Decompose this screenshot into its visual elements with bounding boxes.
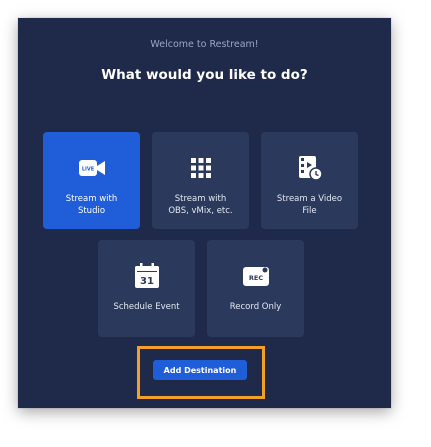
option-stream-with-obs[interactable]: Stream with OBS, vMix, etc.: [152, 132, 249, 229]
calendar-icon: 31: [133, 262, 161, 290]
highlight-box: [137, 346, 265, 399]
modal-title: What would you like to do?: [101, 67, 308, 83]
welcome-text: Welcome to Restream!: [150, 39, 259, 50]
option-label: Schedule Event: [113, 302, 180, 312]
option-label: Stream with Studio: [65, 194, 118, 216]
svg-text:31: 31: [140, 276, 154, 287]
grid-icon: [187, 154, 215, 182]
svg-text:LIVE: LIVE: [81, 167, 94, 173]
option-label: Stream a Video File: [276, 194, 343, 216]
option-label: Stream with OBS, vMix, etc.: [168, 194, 233, 216]
option-stream-with-studio[interactable]: LIVE Stream with Studio: [43, 132, 140, 229]
option-schedule-event[interactable]: 31 Schedule Event: [98, 240, 195, 337]
rec-icon: REC: [242, 262, 270, 290]
live-camera-icon: LIVE: [78, 154, 106, 182]
option-record-only[interactable]: REC Record Only: [207, 240, 304, 337]
option-label: Record Only: [229, 302, 282, 312]
svg-text:REC: REC: [248, 274, 262, 282]
video-file-icon: [296, 154, 324, 182]
option-stream-video-file[interactable]: Stream a Video File: [261, 132, 358, 229]
